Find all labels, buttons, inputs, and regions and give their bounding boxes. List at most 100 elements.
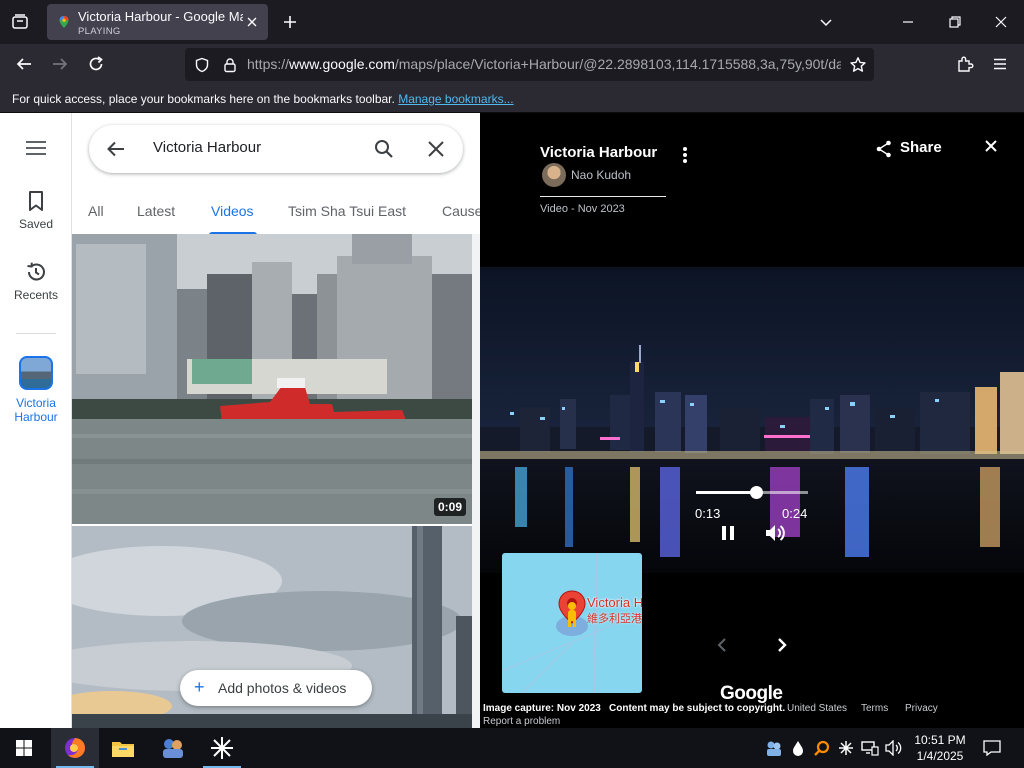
bookmarks-toolbar: For quick access, place your bookmarks h… [0, 85, 1024, 113]
minimize-icon[interactable] [898, 12, 918, 32]
bookmark-icon [0, 190, 72, 212]
url-text[interactable]: https://www.google.com/maps/place/Victor… [247, 56, 841, 72]
manage-bookmarks-link[interactable]: Manage bookmarks... [398, 92, 513, 106]
back-arrow-icon[interactable] [105, 138, 127, 160]
add-photos-videos-button[interactable]: + Add photos & videos [180, 670, 372, 706]
title-divider [540, 196, 666, 197]
copyright-notice: Content may be subject to copyright. [609, 703, 786, 714]
address-bar[interactable]: https://www.google.com/maps/place/Victor… [185, 48, 874, 81]
system-clock[interactable]: 10:51 PM 1/4/2025 [910, 732, 970, 764]
search-tray-icon[interactable] [810, 728, 834, 768]
people-tray-icon[interactable] [762, 728, 786, 768]
avatar[interactable] [542, 163, 566, 187]
history-icon [0, 261, 72, 283]
tab-all[interactable]: All [88, 203, 104, 219]
report-problem-link[interactable]: Report a problem [483, 716, 560, 727]
extensions-icon[interactable] [955, 54, 975, 74]
place-side-panel: Victoria Harbour All Latest Videos Tsim … [72, 113, 480, 728]
recents-label: Recents [13, 288, 59, 302]
video-duration-badge: 0:09 [433, 498, 466, 516]
image-capture-date: Image capture: Nov 2023 [483, 703, 601, 714]
url-domain: www.google.com [289, 56, 395, 72]
url-prefix: https:// [247, 56, 290, 72]
video-thumbnail[interactable]: 0:09 [72, 234, 472, 524]
chevron-right-icon [778, 638, 787, 652]
browser-toolbar: https://www.google.com/maps/place/Victor… [0, 44, 1024, 85]
recent-place-thumbnail [19, 356, 53, 390]
video-progress-bar[interactable] [696, 486, 808, 499]
new-tab-icon[interactable] [280, 12, 300, 32]
contributor-name[interactable]: Nao Kudoh [571, 168, 631, 182]
add-photos-videos-label: Add photos & videos [218, 680, 347, 696]
recent-place-label: Victoria Harbour [14, 396, 58, 424]
lock-icon[interactable] [221, 56, 239, 74]
media-viewer: Victoria Harbour Nao Kudoh Video - Nov 2… [480, 113, 1024, 728]
media-tabs: All Latest Videos Tsim Sha Tsui East Cau… [72, 191, 480, 235]
firefox-icon[interactable] [51, 728, 99, 768]
pause-icon[interactable] [718, 523, 738, 543]
file-explorer-icon[interactable] [99, 728, 147, 768]
share-label: Share [900, 139, 942, 156]
chevron-down-icon[interactable] [816, 12, 836, 32]
video-progress-fill [696, 491, 757, 494]
asterisk-tray-icon[interactable] [834, 728, 858, 768]
back-icon[interactable] [14, 54, 34, 74]
forward-icon[interactable] [50, 54, 70, 74]
google-logo: Google [720, 683, 783, 704]
panel-scrollbar[interactable] [472, 234, 480, 728]
search-box[interactable]: Victoria Harbour [89, 125, 463, 173]
hamburger-icon[interactable] [0, 139, 72, 157]
sparkle-app-icon[interactable] [198, 728, 246, 768]
video-progress-handle[interactable] [750, 486, 764, 499]
tab-videos[interactable]: Videos [211, 203, 254, 219]
shield-icon[interactable] [193, 56, 211, 74]
speaker-icon[interactable] [882, 728, 906, 768]
viewer-place-title[interactable]: Victoria Harbour [540, 144, 657, 161]
close-viewer-icon[interactable] [982, 137, 1000, 155]
more-vert-icon[interactable] [678, 145, 692, 165]
terms-link[interactable]: Terms [861, 703, 888, 714]
mini-map-place-label-zh: 維多利亞港 [587, 613, 642, 625]
people-app-icon[interactable] [149, 728, 197, 768]
privacy-link[interactable]: Privacy [905, 703, 938, 714]
tab-title: Victoria Harbour - Google Maps [78, 9, 243, 24]
restore-icon[interactable] [945, 12, 965, 32]
clock-date: 1/4/2025 [916, 749, 964, 763]
windows-taskbar: 10:51 PM 1/4/2025 [0, 728, 1024, 768]
tab-tsim-sha-tsui-east[interactable]: Tsim Sha Tsui East [288, 203, 406, 219]
clock-time: 10:51 PM [914, 733, 966, 747]
saved-button[interactable]: Saved [0, 190, 72, 231]
close-icon[interactable] [244, 14, 260, 30]
maps-left-rail: Saved Recents Victoria Harbour [0, 113, 72, 728]
window-close-icon[interactable] [991, 12, 1011, 32]
reload-icon[interactable] [86, 54, 106, 74]
harbour-daytime-image [72, 234, 472, 524]
maps-favicon [57, 15, 71, 29]
menu-icon[interactable] [990, 54, 1010, 74]
droplet-icon[interactable] [786, 728, 810, 768]
active-tab[interactable]: Victoria Harbour - Google Maps PLAYING [47, 4, 268, 40]
tab-list-icon[interactable] [10, 12, 30, 32]
country-link[interactable]: United States [787, 703, 847, 714]
saved-label: Saved [18, 217, 54, 231]
notification-icon[interactable] [976, 728, 1008, 768]
recent-place-item[interactable]: Victoria Harbour [0, 356, 72, 424]
search-input[interactable]: Victoria Harbour [153, 139, 261, 156]
mini-map[interactable]: Victoria Harbour 維多利亞港 [502, 553, 642, 693]
next-media-button[interactable] [772, 635, 792, 655]
tab-audio-status: PLAYING [78, 26, 121, 37]
browser-tab-bar: Victoria Harbour - Google Maps PLAYING [0, 0, 1024, 44]
previous-media-button[interactable] [712, 635, 732, 655]
clear-search-icon[interactable] [425, 138, 447, 160]
search-icon[interactable] [373, 138, 395, 160]
windows-start-icon[interactable] [0, 728, 48, 768]
current-time: 0:13 [695, 506, 721, 521]
bookmarks-message: For quick access, place your bookmarks h… [12, 92, 395, 106]
tab-causeway[interactable]: Causeway [442, 203, 480, 219]
volume-icon[interactable] [764, 522, 786, 544]
media-date: Video - Nov 2023 [540, 203, 625, 215]
tab-latest[interactable]: Latest [137, 203, 175, 219]
recents-button[interactable]: Recents [0, 261, 72, 302]
star-icon[interactable] [848, 55, 868, 75]
network-icon[interactable] [858, 728, 882, 768]
